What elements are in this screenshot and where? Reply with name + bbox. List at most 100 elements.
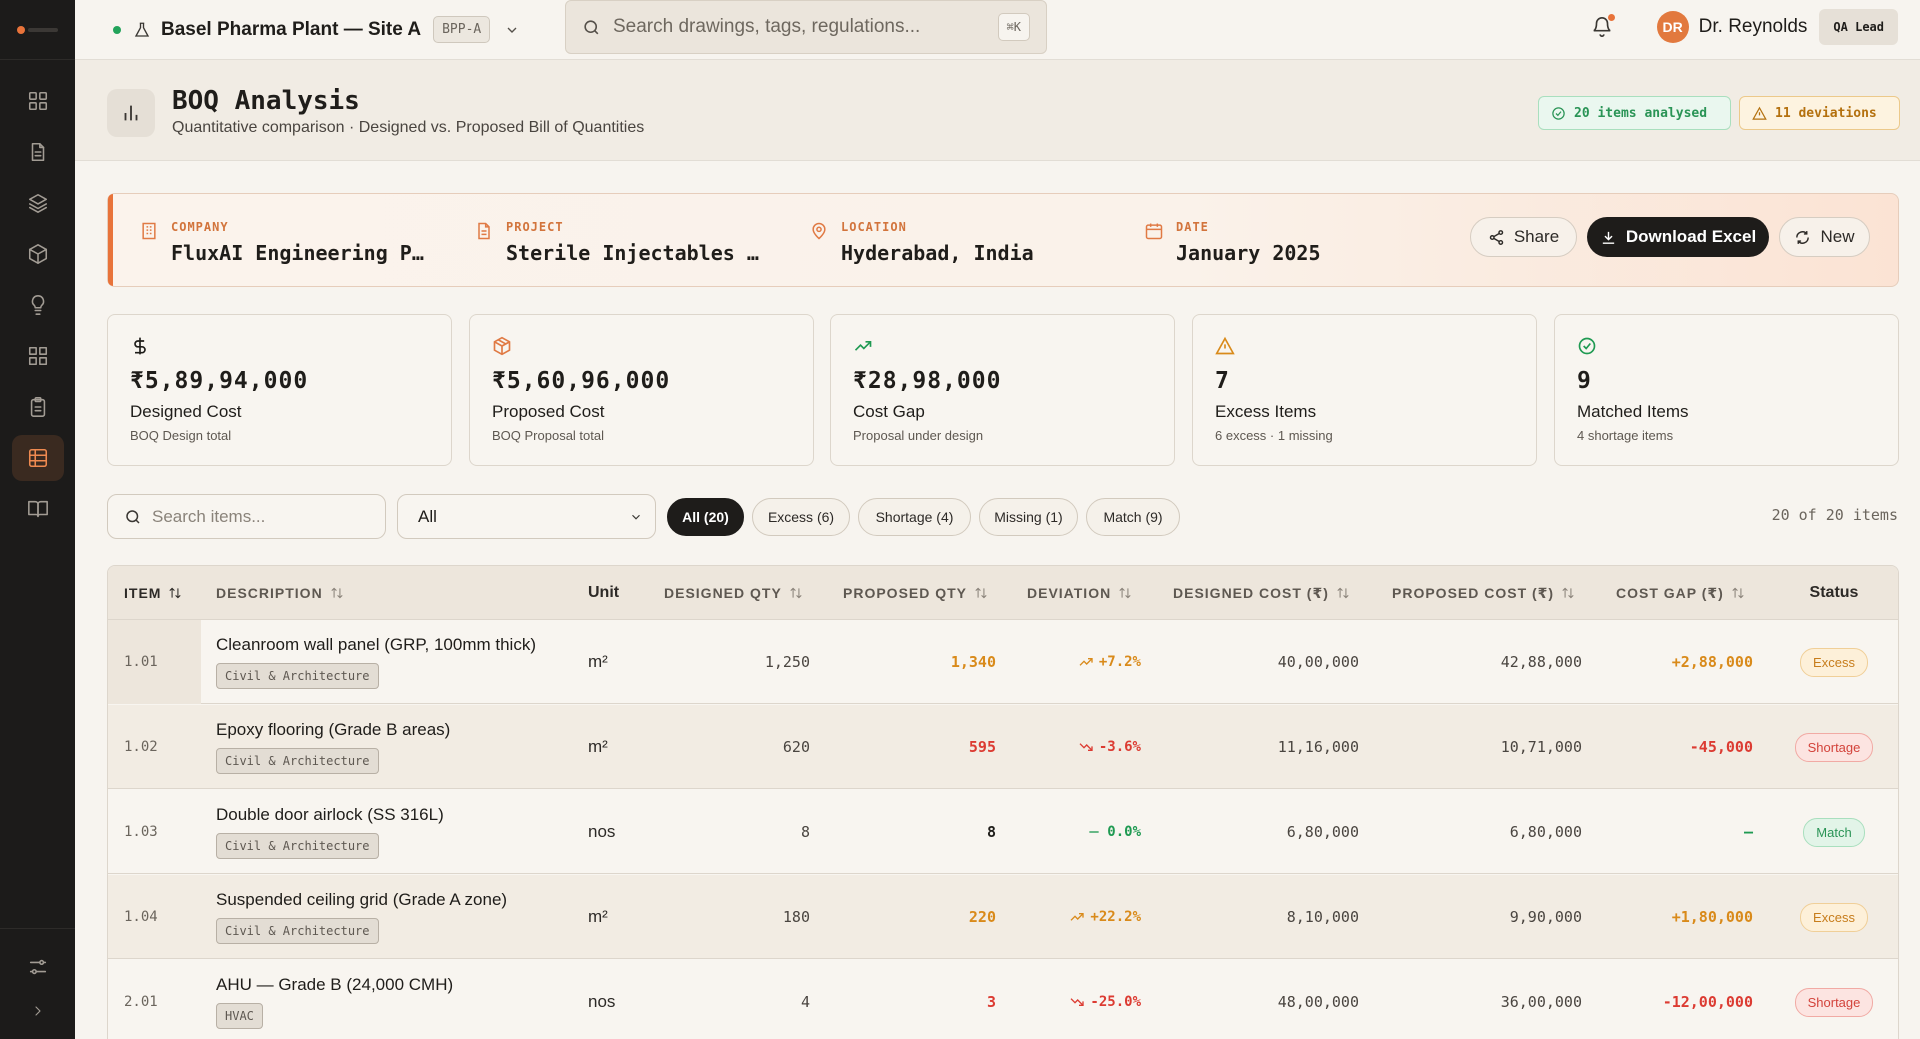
sidebar-item-grid[interactable] xyxy=(12,333,64,379)
col-proposed-cost[interactable]: PROPOSED COST (₹) xyxy=(1392,566,1575,620)
sidebar-item-settings[interactable] xyxy=(12,945,64,989)
table-row[interactable]: 1.01 Cleanroom wall panel (GRP, 100mm thi… xyxy=(108,620,1898,704)
map-pin-icon xyxy=(809,220,829,265)
cell-designed-cost: 6,80,000 xyxy=(1286,823,1359,841)
company-label: COMPANY xyxy=(171,220,229,234)
filter-chip-missing[interactable]: Missing (1) xyxy=(979,498,1078,536)
trend-down-icon xyxy=(1079,743,1093,751)
status-badge: Shortage xyxy=(1794,732,1874,762)
sidebar-item-insights[interactable] xyxy=(12,282,64,328)
filter-chip-excess[interactable]: Excess (6) xyxy=(752,498,850,536)
col-description[interactable]: DESCRIPTION xyxy=(216,566,344,620)
site-switcher[interactable]: Basel Pharma Plant — Site A BPP-A xyxy=(113,16,520,43)
table-row[interactable]: 1.04 Suspended ceiling grid (Grade A zone… xyxy=(108,875,1898,959)
table-icon xyxy=(28,448,47,468)
cell-proposed-cost: 9,90,000 xyxy=(1509,908,1582,926)
category-select[interactable]: All xyxy=(397,494,656,539)
global-search-input[interactable]: Search drawings, tags, regulations... ⌘K xyxy=(565,0,1047,54)
trend-up-icon xyxy=(1079,658,1093,666)
kpi-label: Designed Cost xyxy=(130,402,242,421)
col-proposed-cost-label: PROPOSED COST (₹) xyxy=(1392,584,1555,601)
cell-designed-qty: 1,250 xyxy=(764,653,810,671)
notifications-button[interactable] xyxy=(1591,14,1615,38)
col-item[interactable]: ITEM xyxy=(124,566,182,620)
download-excel-button[interactable]: Download Excel xyxy=(1587,217,1769,257)
user-name[interactable]: Dr. Reynolds xyxy=(1699,16,1808,38)
new-analysis-button[interactable]: New xyxy=(1779,217,1870,257)
building-icon xyxy=(139,220,159,265)
filter-chip-shortage[interactable]: Shortage (4) xyxy=(858,498,971,536)
col-designed-qty[interactable]: DESIGNED QTY xyxy=(664,566,803,620)
app-logo[interactable] xyxy=(0,0,75,60)
cell-cost-gap: -45,000 xyxy=(1689,738,1753,756)
category-tag: Civil & Architecture xyxy=(216,918,379,944)
project-field: PROJECT Sterile Injectables Manufacturing… xyxy=(474,220,770,265)
filter-chip-all[interactable]: All (20) xyxy=(667,498,744,536)
dollar-icon xyxy=(130,336,429,356)
sidebar-expand-button[interactable] xyxy=(12,989,64,1033)
cell-proposed-qty: 3 xyxy=(986,993,996,1011)
banner-accent-bar xyxy=(108,194,113,286)
page-header: BOQ Analysis Quantitative comparison · D… xyxy=(75,60,1920,161)
sidebar-item-models[interactable] xyxy=(12,231,64,277)
col-unit: Unit xyxy=(588,584,620,601)
items-search-input[interactable]: Search items... xyxy=(107,494,386,539)
sidebar xyxy=(0,0,75,1039)
sidebar-item-layers[interactable] xyxy=(12,180,64,226)
company-field: COMPANY FluxAI Engineering Pvt. Ltd. xyxy=(139,220,435,265)
cell-proposed-cost: 36,00,000 xyxy=(1500,993,1582,1011)
cell-item: 1.04 xyxy=(124,909,158,925)
col-status: Status xyxy=(1809,584,1859,601)
date-field: DATE January 2025 xyxy=(1144,220,1321,265)
cell-cost-gap: +1,80,000 xyxy=(1671,908,1753,926)
category-select-value: All xyxy=(418,506,437,526)
cell-item: 1.03 xyxy=(124,824,158,840)
col-designed-cost[interactable]: DESIGNED COST (₹) xyxy=(1173,566,1350,620)
minus-icon xyxy=(1089,831,1099,833)
deviation-value: +7.2% xyxy=(1098,654,1141,670)
table-row[interactable]: 1.03 Double door airlock (SS 316L) Civil &… xyxy=(108,790,1898,874)
cell-proposed-cost: 6,80,000 xyxy=(1509,823,1582,841)
sort-active-icon xyxy=(169,587,182,599)
kpi-label: Matched Items xyxy=(1577,402,1689,421)
kpi-designed-cost: ₹5,89,94,000 Designed Cost BOQ Design to… xyxy=(107,314,452,466)
chevron-down-icon[interactable] xyxy=(504,22,520,38)
kpi-label: Proposed Cost xyxy=(492,402,605,421)
item-description: Double door airlock (SS 316L) xyxy=(216,805,444,824)
company-value: FluxAI Engineering Pvt. Ltd. xyxy=(171,241,435,265)
cell-cost-gap: — xyxy=(1743,823,1753,841)
deviations-text: 11 deviations xyxy=(1775,105,1877,121)
sidebar-item-boq[interactable] xyxy=(11,435,64,481)
search-icon xyxy=(126,509,140,524)
share-button[interactable]: Share xyxy=(1470,217,1577,257)
status-badge: Excess xyxy=(1800,902,1868,932)
box-icon xyxy=(492,336,791,356)
check-circle-icon xyxy=(1577,336,1876,356)
col-deviation[interactable]: DEVIATION xyxy=(1027,566,1132,620)
filter-chip-match[interactable]: Match (9) xyxy=(1086,498,1180,536)
sidebar-item-dashboard[interactable] xyxy=(12,78,64,124)
col-proposed-qty[interactable]: PROPOSED QTY xyxy=(843,566,988,620)
kpi-label: Excess Items xyxy=(1215,402,1317,421)
deviation-value: -3.6% xyxy=(1098,739,1141,755)
items-count: 20 of 20 items xyxy=(1771,506,1898,524)
sort-icon xyxy=(790,587,802,599)
table-row[interactable]: 2.01 AHU — Grade B (24,000 CMH) HVAC nos 4 3 -… xyxy=(108,960,1898,1039)
cell-designed-qty: 8 xyxy=(800,823,810,841)
col-item-label: ITEM xyxy=(124,585,162,601)
chevron-right-icon xyxy=(34,1006,41,1016)
col-cost-gap[interactable]: COST GAP (₹) xyxy=(1616,566,1745,620)
location-value: Hyderabad, India xyxy=(841,241,1034,265)
cell-description: Double door airlock (SS 316L) Civil & Arc… xyxy=(216,790,566,874)
sidebar-item-library[interactable] xyxy=(12,486,64,532)
table-row[interactable]: 1.02 Epoxy flooring (Grade B areas) Civil … xyxy=(108,705,1898,789)
col-proposed-qty-label: PROPOSED QTY xyxy=(843,585,968,601)
avatar[interactable]: DR xyxy=(1656,11,1689,43)
sidebar-item-documents[interactable] xyxy=(12,129,64,175)
cell-item: 2.01 xyxy=(124,994,158,1010)
sidebar-item-checklist[interactable] xyxy=(12,384,64,430)
refresh-icon xyxy=(1796,230,1810,244)
category-tag: Civil & Architecture xyxy=(216,748,379,774)
cell-unit: m² xyxy=(588,652,608,671)
cell-unit: m² xyxy=(588,737,608,756)
